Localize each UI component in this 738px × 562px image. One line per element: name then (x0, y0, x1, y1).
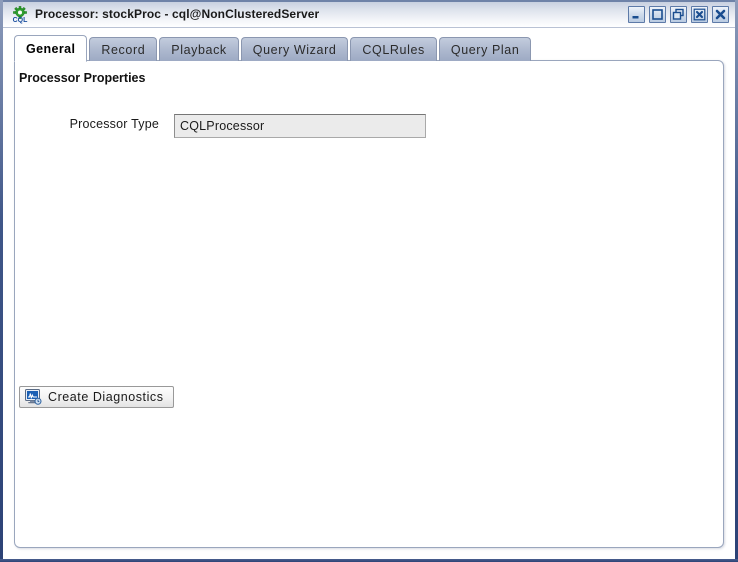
close-button[interactable] (712, 6, 729, 23)
window-title: Processor: stockProc - cql@NonClusteredS… (35, 7, 320, 21)
tab-label: Query Plan (450, 42, 520, 57)
tab-general[interactable]: General (14, 35, 88, 62)
section-title: Processor Properties (19, 71, 146, 85)
tab-label: Playback (171, 42, 227, 57)
window-controls (628, 6, 729, 23)
tab-query-wizard[interactable]: Query Wizard (240, 37, 349, 61)
general-tab-panel: Processor Properties Processor Type Crea… (14, 60, 724, 548)
create-diagnostics-label: Create Diagnostics (48, 390, 164, 404)
processor-type-label: Processor Type (69, 117, 159, 131)
processor-type-row: Processor Type (15, 114, 723, 138)
processor-type-input[interactable] (174, 114, 426, 138)
processor-window: CQL Processor: stockProc - cql@NonCluste… (0, 0, 738, 562)
window-border-left (0, 0, 3, 562)
create-diagnostics-button[interactable]: Create Diagnostics (19, 386, 174, 408)
tab-label: General (26, 41, 76, 56)
tab-label: CQLRules (362, 42, 425, 57)
tab-cqlrules[interactable]: CQLRules (350, 37, 437, 61)
tab-label: Record (101, 42, 146, 57)
tab-record[interactable]: Record (89, 37, 158, 61)
close-frame-button[interactable] (691, 6, 708, 23)
cql-gear-icon: CQL (11, 6, 29, 24)
tab-label: Query Wizard (252, 42, 337, 57)
tab-playback[interactable]: Playback (159, 37, 239, 61)
title-bar[interactable]: CQL Processor: stockProc - cql@NonCluste… (3, 2, 735, 28)
tab-query-plan[interactable]: Query Plan (438, 37, 532, 61)
tab-strip: General Record Playback Query Wizard CQL… (14, 34, 533, 62)
maximize-button[interactable] (649, 6, 666, 23)
minimize-button[interactable] (628, 6, 645, 23)
svg-text:CQL: CQL (13, 17, 29, 24)
restore-button[interactable] (670, 6, 687, 23)
monitor-chart-icon (25, 389, 42, 405)
